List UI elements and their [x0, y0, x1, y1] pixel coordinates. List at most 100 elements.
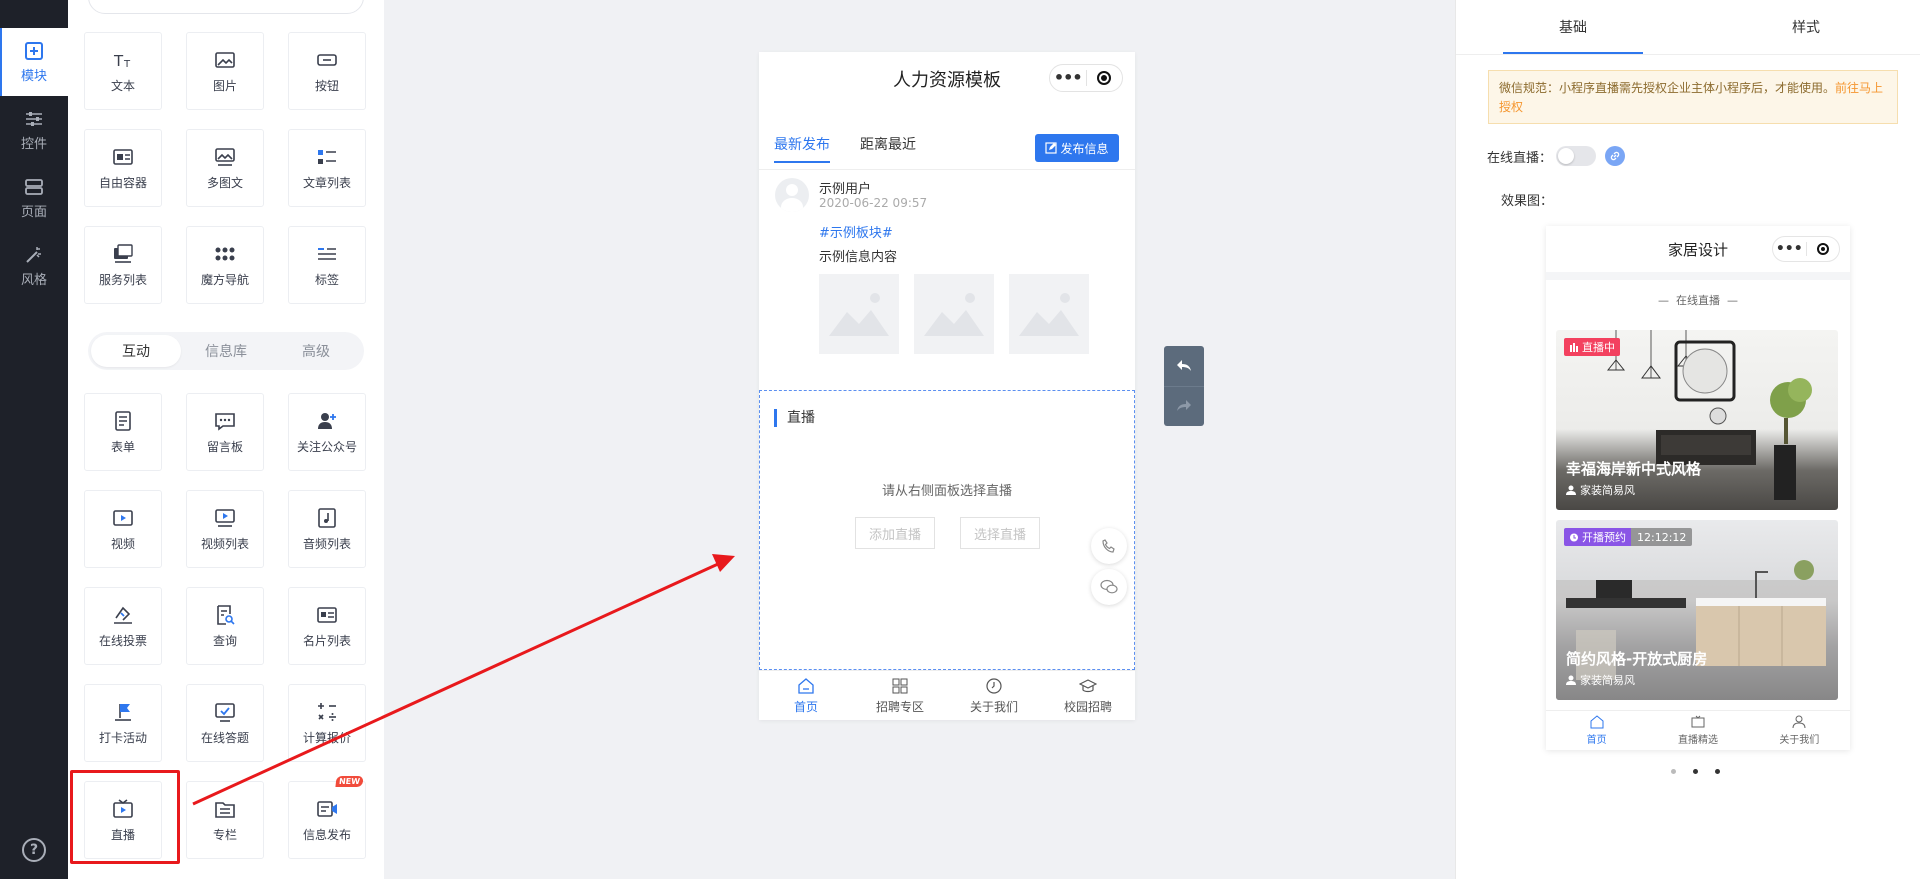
rail-item-pages[interactable]: 页面 — [0, 164, 68, 232]
online-live-toggle[interactable] — [1556, 146, 1596, 166]
svg-text:T: T — [123, 59, 131, 70]
form-icon — [115, 410, 131, 431]
redo-icon[interactable] — [1164, 385, 1204, 427]
home-icon — [798, 677, 814, 694]
widget-label: 文章列表 — [302, 175, 351, 190]
rail-item-controls[interactable]: 控件 — [0, 96, 68, 164]
settings-panel: 基础 样式 微信规范：小程序直播需先授权企业主体小程序后，才能使用。前往马上授权… — [1455, 0, 1920, 879]
image-icon — [215, 51, 235, 68]
alarm-clock-icon — [1570, 533, 1578, 542]
nav-label: 关于我们 — [969, 699, 1018, 714]
mini-section-title: — 在线直播 — — [1658, 294, 1738, 307]
widget-label: 标签 — [314, 272, 339, 287]
more-dots-icon: ••• — [1775, 241, 1803, 257]
card-author-name: 家装简易风 — [1580, 484, 1635, 497]
widget-tile[interactable]: 在线投票 — [84, 587, 162, 665]
nav-home[interactable]: 首页 — [759, 671, 853, 720]
widget-tile[interactable]: 表单 — [84, 393, 162, 471]
grid-dots-icon — [215, 247, 235, 260]
widget-tile[interactable]: T T 文本 — [84, 32, 162, 110]
column-folder-icon — [215, 801, 235, 818]
publish-info-button[interactable]: 发布信息 — [1035, 134, 1119, 162]
widget-tile[interactable]: 名片列表 — [288, 587, 366, 665]
widget-tile[interactable]: 打卡活动 — [84, 684, 162, 762]
segment-info-library[interactable]: 信息库 — [181, 335, 271, 367]
effect-preview-phone: 家居设计 ••• — 在线直播 — 直播中 幸福海岸新中式风格 家装简易风 开播… — [1546, 226, 1850, 750]
search-input[interactable] — [88, 0, 364, 14]
wechat-notice: 微信规范：小程序直播需先授权企业主体小程序后，才能使用。前往马上授权 — [1488, 70, 1898, 124]
widget-tile[interactable]: 查询 — [186, 587, 264, 665]
container-icon — [113, 148, 133, 165]
post-time: 2020-06-22 09:57 — [819, 196, 928, 210]
nav-about[interactable]: 关于我们 — [947, 671, 1041, 720]
widget-tile[interactable]: 音频列表 — [288, 490, 366, 568]
more-dots-icon[interactable]: ••• — [1050, 70, 1086, 86]
widget-tile[interactable]: 标签 — [288, 226, 366, 304]
add-live-button[interactable]: 添加直播 — [855, 517, 935, 549]
widget-tile[interactable]: 计算报价 — [288, 684, 366, 762]
carousel-dot[interactable] — [1671, 769, 1676, 774]
widget-tile[interactable]: 魔方导航 — [186, 226, 264, 304]
widget-tile[interactable]: 多图文 — [186, 129, 264, 207]
post-content: 示例信息内容 — [819, 250, 898, 265]
countdown-time: 12:12:12 — [1631, 528, 1693, 546]
tab-basic[interactable]: 基础 — [1503, 0, 1643, 54]
widget-tile[interactable]: 按钮 — [288, 32, 366, 110]
widget-panel: T T 文本 图片 按钮 自由容器 多图文 文章列表 服务列表 魔方导航 标签 互动 信息库 高级 … — [68, 0, 384, 879]
widget-label: 表单 — [110, 439, 135, 454]
tab-nearest[interactable]: 距离最近 — [860, 134, 916, 154]
undo-icon[interactable] — [1164, 346, 1204, 386]
phone-preview: 人力资源模板 ••• 最新发布 距离最近 发布信息 示例用户 2020-06-2… — [759, 52, 1135, 720]
live-widget-highlight-box — [70, 770, 180, 864]
rail-item-modules[interactable]: 模块 — [0, 28, 68, 96]
phone-call-icon[interactable] — [1091, 528, 1127, 564]
calculator-icon — [318, 702, 336, 721]
widget-tile[interactable]: 在线答题 — [186, 684, 264, 762]
effect-preview-label: 效果图： — [1501, 194, 1554, 209]
rail-label: 风格 — [20, 272, 47, 288]
multi-image-icon — [215, 147, 235, 166]
help-icon[interactable]: ? — [22, 838, 46, 862]
carousel-dot[interactable] — [1693, 769, 1698, 774]
message-board-icon — [215, 412, 235, 431]
widget-tile[interactable]: 专栏 — [186, 781, 264, 859]
widget-tile[interactable]: 服务列表 — [84, 226, 162, 304]
link-icon[interactable] — [1605, 146, 1625, 166]
widget-label: 查询 — [212, 633, 237, 648]
carousel-dot[interactable] — [1715, 769, 1720, 774]
rail-item-style[interactable]: 风格 — [0, 232, 68, 300]
sliders-icon — [26, 111, 42, 126]
segment-advanced[interactable]: 高级 — [271, 335, 361, 367]
widget-label: 视频列表 — [200, 536, 249, 551]
live-card: 直播中 幸福海岸新中式风格 家装简易风 — [1556, 330, 1838, 510]
card-title: 幸福海岸新中式风格 — [1566, 460, 1702, 478]
widget-tile[interactable]: 关注公众号 — [288, 393, 366, 471]
live-module-block[interactable]: 直播 请从右侧面板选择直播 添加直播 选择直播 — [759, 390, 1135, 670]
select-live-button[interactable]: 选择直播 — [960, 517, 1040, 549]
new-badge: NEW — [335, 776, 364, 787]
tab-style[interactable]: 样式 — [1736, 0, 1876, 54]
segment-interactive[interactable]: 互动 — [91, 335, 181, 367]
mini-capsule: ••• — [1772, 236, 1840, 262]
nav-campus[interactable]: 校园招聘 — [1041, 671, 1135, 720]
widget-tile[interactable]: 文章列表 — [288, 129, 366, 207]
close-target-icon — [1807, 243, 1840, 255]
widget-tile[interactable]: 留言板 — [186, 393, 264, 471]
widget-tile[interactable]: 自由容器 — [84, 129, 162, 207]
mini-nav-live: 直播精选 — [1647, 711, 1748, 750]
close-target-icon[interactable] — [1087, 71, 1123, 85]
tab-latest[interactable]: 最新发布 — [774, 134, 830, 163]
widget-label: 留言板 — [206, 439, 243, 454]
wechat-icon[interactable] — [1091, 569, 1127, 605]
widget-tile[interactable]: 视频列表 — [186, 490, 264, 568]
post-tag-link[interactable]: #示例板块# — [819, 222, 893, 241]
widget-tile[interactable]: 信息发布 NEW — [288, 776, 366, 859]
nav-recruit[interactable]: 招聘专区 — [853, 671, 947, 720]
bars-icon — [1570, 343, 1578, 352]
miniprogram-capsule[interactable]: ••• — [1049, 64, 1123, 92]
card-title: 简约风格-开放式厨房 — [1566, 650, 1708, 668]
rail-label: 页面 — [20, 204, 47, 220]
widget-tile[interactable]: 视频 — [84, 490, 162, 568]
widget-tile[interactable]: 图片 — [186, 32, 264, 110]
widget-label: 图片 — [212, 78, 237, 93]
